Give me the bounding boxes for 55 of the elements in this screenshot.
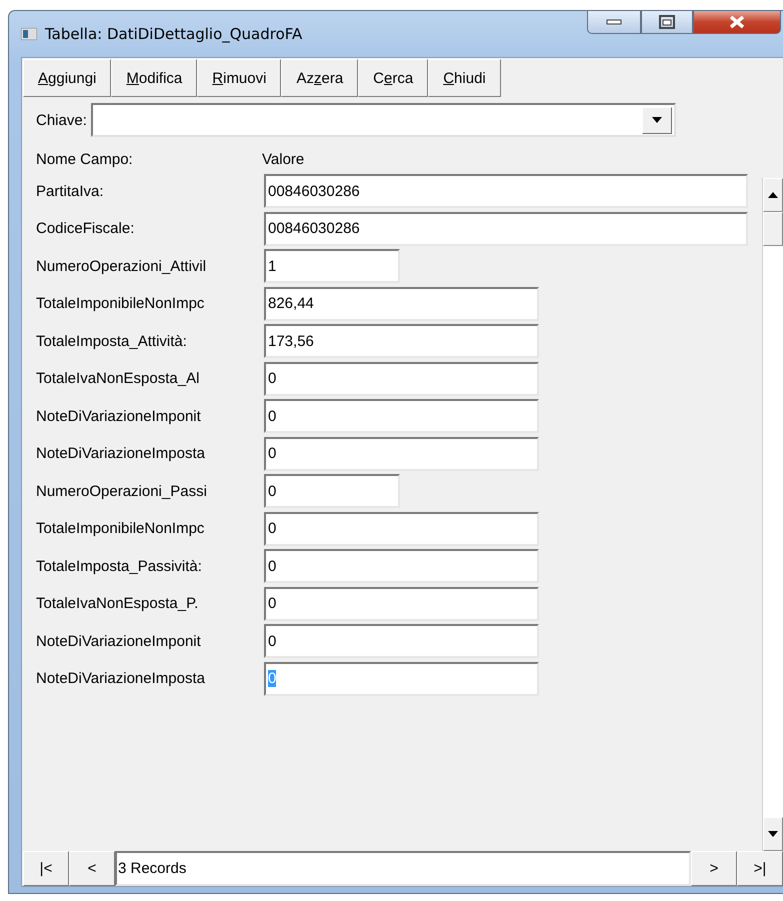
field-label: NoteDiVariazioneImponit — [36, 632, 202, 650]
minimize-icon — [606, 19, 622, 25]
field-label: NoteDiVariazioneImposta — [36, 445, 206, 462]
minimize-button[interactable] — [587, 10, 641, 34]
field-label: NumeroOperazioni_Attivil — [36, 258, 208, 274]
record-status: 3 Records — [115, 851, 691, 886]
dropdown-arrow-icon — [652, 117, 662, 123]
scrollbar[interactable] — [762, 178, 783, 851]
toolbar-button[interactable]: Azzera — [281, 59, 358, 97]
maximize-icon — [659, 15, 675, 29]
scroll-up-icon — [768, 192, 778, 198]
input-field[interactable]: 0 — [264, 512, 539, 546]
input-field[interactable]: 0 — [264, 624, 539, 658]
input-field[interactable]: 0 — [264, 436, 539, 470]
previous-record-button[interactable]: < — [69, 851, 115, 886]
key-dropdown[interactable] — [90, 103, 676, 137]
input-field[interactable]: 0 — [264, 399, 539, 433]
field-label: TotaleImposta_Attività: — [36, 332, 188, 350]
next-record-button[interactable]: > — [691, 851, 737, 886]
field-label: PartitaIva: — [36, 182, 105, 200]
input-field[interactable]: 0 — [264, 474, 400, 508]
field-label: NoteDiVariazioneImponit — [36, 408, 202, 424]
window-icon — [21, 28, 37, 40]
column-header: Nome Campo: — [36, 151, 134, 168]
scroll-thumb[interactable] — [763, 212, 783, 246]
field-label: TotaleImposta_Passività: — [36, 558, 203, 574]
toolbar-button[interactable]: Modifica — [111, 59, 198, 97]
input-field[interactable]: 0 — [264, 586, 539, 620]
input-field[interactable]: 173,56 — [264, 324, 539, 358]
last-record-button[interactable]: >| — [737, 851, 783, 886]
close-icon — [728, 15, 746, 29]
toolbar-button[interactable]: Rimuovi — [197, 59, 282, 97]
field-label: NoteDiVariazioneImposta — [36, 670, 206, 687]
field-label: TotaleImponibileNonImpc — [36, 295, 206, 312]
column-header: Valore — [262, 151, 304, 168]
field-label: NumeroOperazioni_Passi — [36, 482, 208, 500]
scroll-down-icon — [768, 831, 778, 837]
field-label: TotaleIvaNonEsposta_P. — [36, 595, 200, 612]
maximize-button[interactable] — [641, 10, 693, 34]
input-field[interactable]: 00846030286 — [264, 174, 748, 208]
key-label: Chiave: — [36, 112, 87, 128]
input-field[interactable]: 00846030286 — [264, 212, 748, 246]
input-field[interactable]: 0 — [264, 549, 539, 583]
input-field[interactable]: 1 — [264, 249, 400, 283]
field-label: CodiceFiscale: — [36, 220, 136, 237]
window-title: Tabella: DatiDiDettaglio_QuadroFA — [45, 25, 302, 43]
first-record-button[interactable]: |< — [23, 851, 69, 886]
close-button[interactable] — [693, 10, 781, 34]
input-field[interactable]: 826,44 — [264, 286, 539, 320]
toolbar-button[interactable]: Chiudi — [428, 59, 501, 97]
toolbar-button[interactable]: Cerca — [358, 59, 428, 97]
input-field[interactable]: 0 — [264, 362, 539, 396]
field-label: TotaleIvaNonEsposta_Al — [36, 370, 200, 387]
toolbar-button[interactable]: Aggiungi — [23, 59, 112, 97]
field-label: TotaleImponibileNonImpc — [36, 520, 206, 537]
